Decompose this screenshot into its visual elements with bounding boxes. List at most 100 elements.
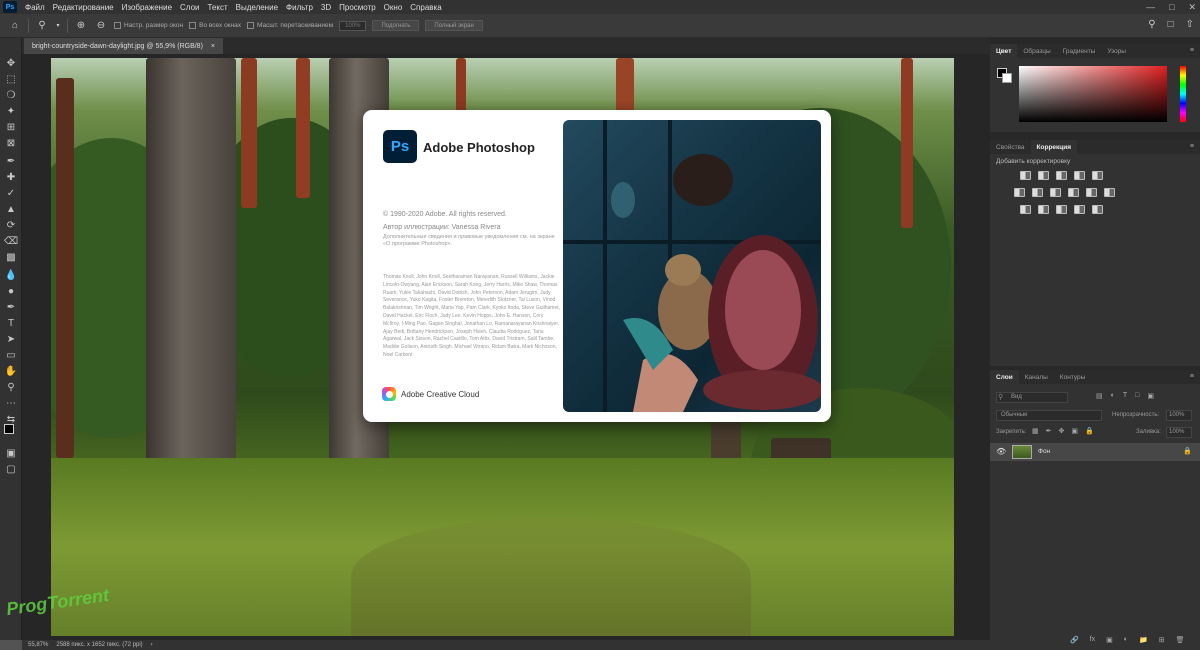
photo-filter-icon[interactable] [1068, 188, 1079, 197]
panel-menu-icon[interactable]: ≡ [1190, 47, 1194, 54]
hue-saturation-icon[interactable] [1014, 188, 1025, 197]
close-icon[interactable]: ✕ [1188, 0, 1196, 14]
menu-type[interactable]: Текст [203, 3, 231, 12]
gradient-tool-icon[interactable]: ▩ [4, 250, 18, 264]
layer-mask-icon[interactable]: ▣ [1106, 636, 1113, 644]
color-lookup-icon[interactable] [1104, 188, 1115, 197]
lock-pixels-icon[interactable]: ✒ [1046, 427, 1052, 435]
zoom-tool-icon[interactable]: ⚲ [35, 19, 49, 33]
marquee-tool-icon[interactable]: ⬚ [4, 72, 18, 86]
pixel-filter-icon[interactable]: ▤ [1096, 392, 1103, 400]
menu-layers[interactable]: Слои [176, 3, 203, 12]
frame-tool-icon[interactable]: ⊠ [4, 136, 18, 150]
panel-menu-icon[interactable]: ≡ [1190, 143, 1194, 150]
foreground-color-swatch[interactable] [4, 424, 14, 434]
crop-tool-icon[interactable]: ⊞ [4, 120, 18, 134]
fill-field[interactable]: 100% [1166, 427, 1192, 438]
lock-position-icon[interactable]: ✥ [1059, 427, 1065, 435]
exposure-icon[interactable] [1074, 171, 1085, 180]
tab-color[interactable]: Цвет [990, 44, 1018, 58]
new-layer-icon[interactable]: ⊞ [1159, 636, 1165, 644]
chevron-down-icon[interactable]: ▾ [55, 19, 61, 33]
color-balance-icon[interactable] [1032, 188, 1043, 197]
quick-mask-icon[interactable]: ▣ [4, 446, 18, 460]
shape-filter-icon[interactable]: □ [1135, 392, 1139, 400]
fill-screen-button[interactable]: Полный экран [425, 20, 483, 31]
layer-filter-select[interactable]: Вид [996, 392, 1068, 403]
brightness-contrast-icon[interactable] [1020, 171, 1031, 180]
photoshop-logo[interactable]: Ps [3, 1, 17, 13]
document-tab[interactable]: bright-countryside-dawn-daylight.jpg @ 5… [24, 38, 223, 54]
tab-channels[interactable]: Каналы [1019, 370, 1054, 384]
fit-screen-button[interactable]: Подогнать [372, 20, 420, 31]
scrubby-zoom-checkbox[interactable]: Масшт. перетаскиванием [246, 22, 333, 29]
lock-artboard-icon[interactable]: ▣ [1071, 427, 1078, 435]
menu-edit[interactable]: Редактирование [49, 3, 118, 12]
eyedropper-tool-icon[interactable]: ✒ [4, 154, 18, 168]
history-brush-tool-icon[interactable]: ⟳ [4, 218, 18, 232]
tab-layers[interactable]: Слои [990, 370, 1019, 384]
share-icon[interactable]: ⇧ [1186, 19, 1194, 30]
tab-gradients[interactable]: Градиенты [1057, 44, 1102, 58]
tab-properties[interactable]: Свойства [990, 140, 1031, 154]
background-color-swatch[interactable] [1002, 73, 1012, 83]
zoom-in-icon[interactable]: ⊕ [74, 19, 88, 33]
lock-all-icon[interactable]: 🔒 [1085, 427, 1094, 435]
maximize-icon[interactable]: □ [1169, 0, 1174, 14]
menu-help[interactable]: Справка [406, 3, 445, 12]
gradient-map-icon[interactable] [1074, 205, 1085, 214]
layer-style-icon[interactable]: fx [1090, 636, 1095, 644]
tab-paths[interactable]: Контуры [1054, 370, 1092, 384]
levels-icon[interactable] [1038, 171, 1049, 180]
type-filter-icon[interactable]: T [1123, 392, 1127, 400]
blur-tool-icon[interactable]: 💧 [4, 268, 18, 282]
vibrance-icon[interactable] [1092, 171, 1103, 180]
zoom-percent-field[interactable]: 100% [339, 20, 367, 31]
status-arrow-icon[interactable]: › [151, 642, 153, 648]
lasso-tool-icon[interactable]: ❍ [4, 88, 18, 102]
group-icon[interactable]: 📁 [1139, 636, 1148, 644]
menu-file[interactable]: Файл [21, 3, 49, 12]
layer-row-background[interactable]: 👁 Фон 🔒 [990, 443, 1200, 461]
eraser-tool-icon[interactable]: ⌫ [4, 234, 18, 248]
tab-patterns[interactable]: Узоры [1101, 44, 1132, 58]
more-tools-icon[interactable]: ⋯ [4, 396, 18, 410]
path-select-tool-icon[interactable]: ➤ [4, 332, 18, 346]
quick-select-tool-icon[interactable]: ✦ [4, 104, 18, 118]
delete-layer-icon[interactable]: 🗑 [1176, 636, 1185, 644]
all-windows-checkbox[interactable]: Во всех окнах [189, 22, 241, 29]
adjustment-filter-icon[interactable]: ◐ [1111, 392, 1115, 400]
workspace-icon[interactable]: □ [1168, 19, 1174, 30]
hue-slider[interactable] [1180, 66, 1186, 122]
resize-windows-checkbox[interactable]: Настр. размер окон [114, 22, 183, 29]
curves-icon[interactable] [1056, 171, 1067, 180]
zoom-level[interactable]: 55,87% [28, 642, 48, 648]
posterize-icon[interactable] [1038, 205, 1049, 214]
menu-view[interactable]: Просмотр [335, 3, 380, 12]
tab-swatches[interactable]: Образцы [1017, 44, 1056, 58]
close-tab-icon[interactable]: × [211, 43, 215, 50]
rectangle-tool-icon[interactable]: ▭ [4, 348, 18, 362]
brush-tool-icon[interactable]: ✓ [4, 186, 18, 200]
eye-icon[interactable]: 👁 [996, 447, 1006, 456]
menu-image[interactable]: Изображение [118, 3, 176, 12]
channel-mixer-icon[interactable] [1086, 188, 1097, 197]
home-icon[interactable]: ⌂ [8, 19, 22, 33]
opacity-field[interactable]: 100% [1166, 410, 1192, 421]
move-tool-icon[interactable]: ✥ [4, 56, 18, 70]
menu-select[interactable]: Выделение [232, 3, 282, 12]
lock-transparency-icon[interactable]: ▦ [1032, 427, 1039, 435]
layer-name[interactable]: Фон [1038, 448, 1050, 455]
menu-window[interactable]: Окно [380, 3, 407, 12]
type-tool-icon[interactable]: T [4, 316, 18, 330]
threshold-icon[interactable] [1056, 205, 1067, 214]
color-field[interactable] [1019, 66, 1167, 122]
menu-filter[interactable]: Фильтр [282, 3, 317, 12]
menu-3d[interactable]: 3D [317, 3, 335, 12]
minimize-icon[interactable]: — [1146, 0, 1155, 14]
healing-brush-tool-icon[interactable]: ✚ [4, 170, 18, 184]
selective-color-icon[interactable] [1092, 205, 1103, 214]
adjustment-layer-icon[interactable]: ◐ [1124, 636, 1128, 644]
zoom-out-icon[interactable]: ⊖ [94, 19, 108, 33]
zoom-tool-icon[interactable]: ⚲ [4, 380, 18, 394]
